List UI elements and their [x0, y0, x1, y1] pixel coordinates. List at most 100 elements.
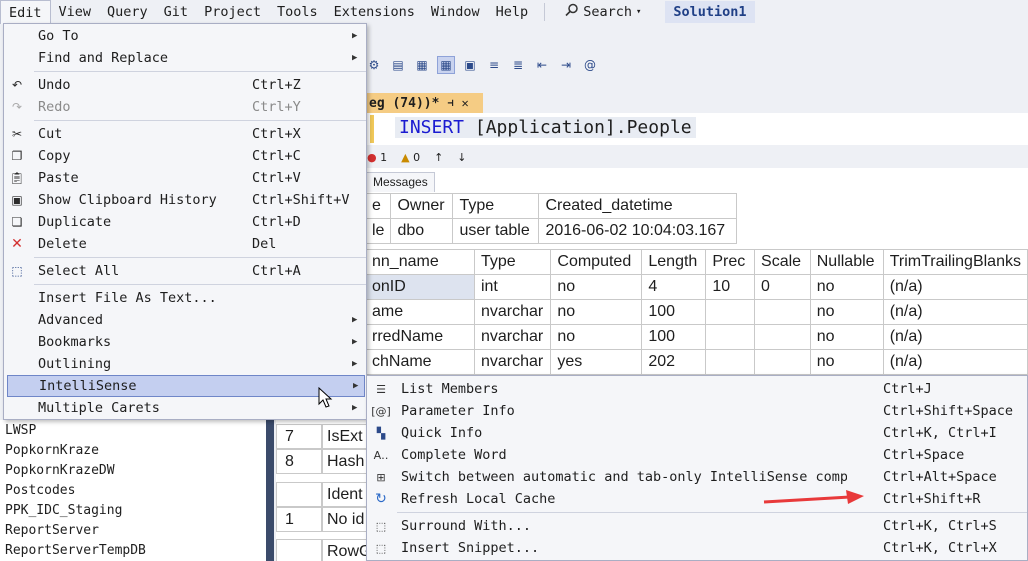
grid-cell[interactable]: chName [365, 349, 475, 375]
list-item[interactable]: PopkornKrazeDW [0, 461, 266, 481]
table-row[interactable]: RowG [276, 539, 368, 561]
menu-item-advanced[interactable]: Advanced ▶ [4, 309, 366, 331]
grid-cell[interactable]: Hash [322, 449, 368, 474]
table-row[interactable]: 8 Hash [276, 449, 368, 474]
table-row[interactable]: le dbo user table 2016-06-02 10:04:03.16… [364, 218, 738, 244]
grid-cell[interactable]: No id [322, 507, 368, 532]
grid-cell[interactable]: (n/a) [882, 274, 1028, 300]
grid-cell[interactable]: 0 [754, 274, 811, 300]
table-row[interactable]: ame nvarchar no 100 no (n/a) [365, 299, 1028, 325]
decrease-indent-icon[interactable]: ⇤ [533, 56, 551, 74]
grid-cell[interactable]: 10 [705, 274, 756, 300]
grid-cell[interactable]: no [809, 349, 884, 375]
menu-item-undo[interactable]: ↶ Undo Ctrl+Z [4, 74, 366, 96]
menu-item-bookmarks[interactable]: Bookmarks ▶ [4, 331, 366, 353]
pin-icon[interactable]: ⊣ [447, 98, 453, 109]
search-button[interactable]: Search ▾ [557, 3, 649, 21]
grid-cell[interactable]: 100 [641, 324, 707, 350]
results-to-grid-icon[interactable]: ▦ [437, 56, 455, 74]
document-tab[interactable]: eg (74))* ⊣ ✕ [365, 93, 483, 113]
menu-item-surround-with[interactable]: ⬚ Surround With... Ctrl+K, Ctrl+S [367, 515, 1027, 537]
menu-item-outlining[interactable]: Outlining ▶ [4, 353, 366, 375]
list-item[interactable]: ReportServer [0, 521, 266, 541]
menu-item-delete[interactable]: ✕ Delete Del [4, 233, 366, 255]
list-item[interactable]: PopkornKraze [0, 441, 266, 461]
results-to-text-icon[interactable]: ▤ [389, 56, 407, 74]
grid-cell[interactable]: no [809, 274, 884, 300]
grid-cell[interactable] [754, 324, 811, 350]
increase-indent-icon[interactable]: ⇥ [557, 56, 575, 74]
grid-cell[interactable]: no [550, 324, 643, 350]
grid-cell[interactable]: nvarchar [473, 299, 552, 325]
table-row[interactable]: onID int no 4 10 0 no (n/a) [365, 274, 1028, 300]
grid-cell[interactable]: onID [365, 274, 475, 300]
menu-item-find-and-replace[interactable]: Find and Replace ▶ [4, 47, 366, 69]
grid-cell[interactable]: ame [365, 299, 475, 325]
menu-project[interactable]: Project [196, 0, 269, 24]
menu-item-select-all[interactable]: ⬚ Select All Ctrl+A [4, 260, 366, 282]
grid-cell[interactable]: RowG [322, 539, 368, 561]
grid-cell[interactable]: dbo [390, 218, 454, 244]
menu-query[interactable]: Query [99, 0, 156, 24]
grid-cell[interactable]: no [550, 299, 643, 325]
grid-cell[interactable]: 4 [641, 274, 707, 300]
table-row[interactable]: 1 No id [276, 507, 368, 532]
table-row[interactable]: rredName nvarchar no 100 no (n/a) [365, 324, 1028, 350]
grid-cell[interactable]: 100 [641, 299, 707, 325]
grid-cell[interactable]: no [809, 324, 884, 350]
list-item[interactable]: LWSP [0, 421, 266, 441]
list-item[interactable]: Postcodes [0, 481, 266, 501]
grid-cell[interactable] [754, 349, 811, 375]
solution-name[interactable]: Solution1 [665, 1, 755, 23]
menu-help[interactable]: Help [488, 0, 537, 24]
grid-cell[interactable]: rredName [365, 324, 475, 350]
menu-item-show-clipboard-history[interactable]: ▣ Show Clipboard History Ctrl+Shift+V [4, 189, 366, 211]
grid-cell[interactable]: int [473, 274, 552, 300]
menu-view[interactable]: View [51, 0, 100, 24]
tab-messages[interactable]: Messages [366, 172, 435, 192]
warning-count[interactable]: ▲ 0 [401, 151, 420, 164]
previous-issue-icon[interactable]: ↑ [434, 151, 443, 164]
list-item[interactable]: PPK_IDC_Staging [0, 501, 266, 521]
menu-item-switch-intellisense-mode[interactable]: ⊞ Switch between automatic and tab-only … [367, 466, 1027, 488]
menu-item-list-members[interactable]: ☰ List Members Ctrl+J [367, 378, 1027, 400]
code-line[interactable]: INSERT [Application].People [395, 117, 696, 138]
grid-cell[interactable]: Ident [322, 482, 368, 507]
grid-cell[interactable]: 202 [641, 349, 707, 375]
table-row[interactable]: chName nvarchar yes 202 no (n/a) [365, 349, 1028, 375]
grid-cell[interactable] [705, 299, 756, 325]
menu-git[interactable]: Git [156, 0, 196, 24]
close-icon[interactable]: ✕ [461, 96, 468, 110]
pane-splitter[interactable] [266, 420, 274, 561]
grid-cell[interactable]: le [364, 218, 392, 244]
grid-cell[interactable]: (n/a) [882, 299, 1028, 325]
grid-cell[interactable]: nvarchar [473, 324, 552, 350]
grid-cell[interactable]: IsExt [322, 424, 368, 449]
table-row[interactable]: Ident [276, 482, 368, 507]
menu-window[interactable]: Window [423, 0, 488, 24]
menu-item-cut[interactable]: ✂ Cut Ctrl+X [4, 123, 366, 145]
specify-values-icon[interactable]: @ [581, 56, 599, 74]
menu-edit[interactable]: Edit [0, 0, 51, 24]
results-to-file-icon-2[interactable]: ▣ [461, 56, 479, 74]
menu-item-multiple-carets[interactable]: Multiple Carets ▶ [4, 397, 366, 419]
grid-cell[interactable]: user table [452, 218, 540, 244]
grid-cell[interactable]: no [550, 274, 643, 300]
comment-icon[interactable]: ≡ [485, 56, 503, 74]
menu-item-redo[interactable]: ↷ Redo Ctrl+Y [4, 96, 366, 118]
uncomment-icon[interactable]: ≣ [509, 56, 527, 74]
menu-item-refresh-local-cache[interactable]: ↻ Refresh Local Cache Ctrl+Shift+R [367, 488, 1027, 510]
grid-cell[interactable]: yes [550, 349, 643, 375]
menu-item-paste[interactable]: 📋︎ Paste Ctrl+V [4, 167, 366, 189]
grid-cell[interactable] [705, 349, 756, 375]
menu-item-quick-info[interactable]: ▚ Quick Info Ctrl+K, Ctrl+I [367, 422, 1027, 444]
menu-extensions[interactable]: Extensions [326, 0, 423, 24]
menu-item-copy[interactable]: ❐ Copy Ctrl+C [4, 145, 366, 167]
menu-item-duplicate[interactable]: ❏ Duplicate Ctrl+D [4, 211, 366, 233]
list-item[interactable]: ReportServerTempDB [0, 541, 266, 561]
menu-item-insert-snippet[interactable]: ⬚ Insert Snippet... Ctrl+K, Ctrl+X [367, 537, 1027, 559]
grid-cell[interactable] [705, 324, 756, 350]
code-editor[interactable]: INSERT [Application].People [365, 113, 1028, 145]
grid-cell[interactable] [754, 299, 811, 325]
menu-item-go-to[interactable]: Go To ▶ [4, 25, 366, 47]
